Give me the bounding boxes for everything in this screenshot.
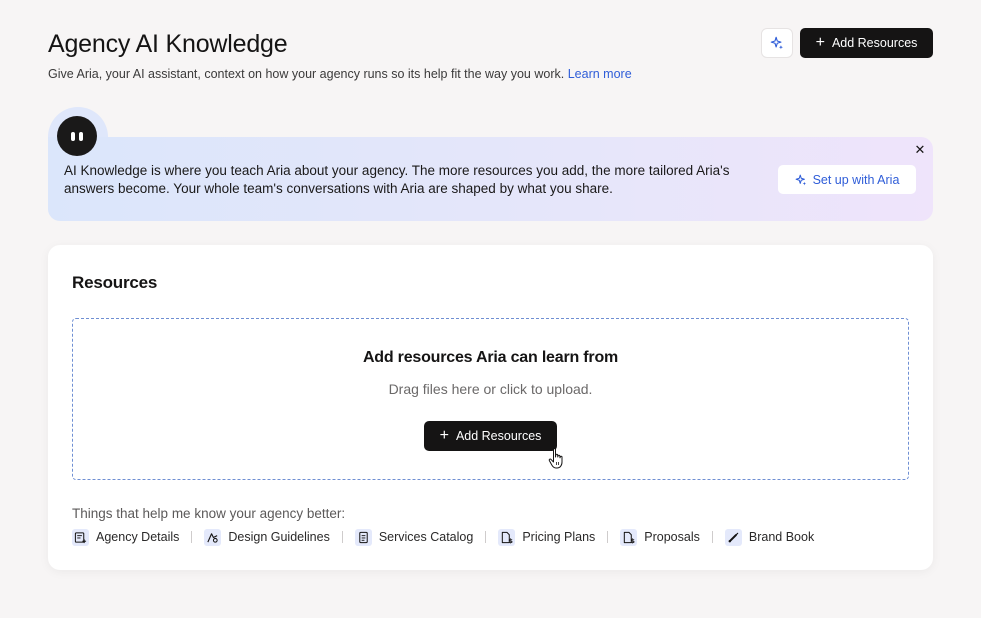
services-catalog-icon [354, 528, 372, 546]
svg-text:$: $ [631, 537, 636, 544]
page-title: Agency AI Knowledge [48, 30, 288, 58]
header-add-resources-button[interactable]: + Add Resources [800, 28, 933, 58]
chip-label: Services Catalog [378, 530, 474, 544]
avatar-eye-left [71, 131, 75, 141]
design-guidelines-icon [204, 528, 222, 546]
dropzone-add-resources-label: Add Resources [455, 429, 542, 443]
header-add-resources-label: Add Resources [831, 36, 918, 50]
chip-design-guidelines[interactable]: Design Guidelines [204, 528, 330, 546]
avatar-eye-right [79, 131, 83, 141]
setup-with-aria-button[interactable]: Set up with Aria [778, 165, 916, 194]
dropzone-add-resources-button[interactable]: + Add Resources [424, 421, 557, 451]
brand-book-icon [724, 528, 742, 546]
setup-with-aria-label: Set up with Aria [812, 172, 900, 187]
chip-proposals[interactable]: $ Proposals [620, 528, 700, 546]
proposals-icon: $ [620, 528, 638, 546]
chip-divider [711, 531, 713, 543]
chip-label: Design Guidelines [228, 530, 330, 544]
chip-label: Proposals [644, 530, 700, 544]
dropzone-title: Add resources Aria can learn from [362, 349, 619, 366]
learn-more-link[interactable]: Learn more [568, 67, 632, 81]
svg-text:$: $ [509, 537, 514, 544]
resources-hint: Things that help me know your agency bet… [72, 506, 346, 521]
chip-divider [485, 531, 487, 543]
sparkle-icon [770, 36, 783, 50]
ai-assistant-button[interactable] [761, 28, 793, 58]
subtitle-text: Give Aria, your AI assistant, context on… [48, 67, 565, 81]
sparkle-icon [795, 174, 806, 185]
chip-divider [191, 531, 193, 543]
chip-agency-details[interactable]: Agency Details [72, 528, 180, 546]
chip-label: Brand Book [748, 530, 815, 544]
hand-cursor-icon [548, 448, 563, 469]
plus-icon: + [815, 34, 825, 51]
chip-pricing-plans[interactable]: $ Pricing Plans [498, 528, 596, 546]
resource-suggestions: Agency Details Design Guidelines Service… [72, 528, 814, 546]
resources-card: Resources Add resources Aria can learn f… [48, 245, 933, 570]
chip-label: Pricing Plans [522, 530, 596, 544]
banner-text: AI Knowledge is where you teach Aria abo… [64, 163, 730, 196]
upload-dropzone[interactable]: Add resources Aria can learn from Drag f… [72, 318, 909, 480]
page-subtitle: Give Aria, your AI assistant, context on… [48, 67, 632, 81]
plus-icon: + [439, 427, 449, 444]
resources-title: Resources [72, 273, 158, 292]
agency-details-icon [72, 528, 89, 546]
dropzone-subtitle: Drag files here or click to upload. [388, 381, 593, 397]
chip-label: Agency Details [96, 530, 180, 544]
close-icon[interactable]: ✕ [913, 143, 927, 157]
pricing-plans-icon: $ [498, 528, 516, 546]
aria-avatar [57, 116, 97, 156]
chip-divider [341, 531, 343, 543]
chip-divider [607, 531, 609, 543]
chip-services-catalog[interactable]: Services Catalog [354, 528, 474, 546]
chip-brand-book[interactable]: Brand Book [724, 528, 815, 546]
